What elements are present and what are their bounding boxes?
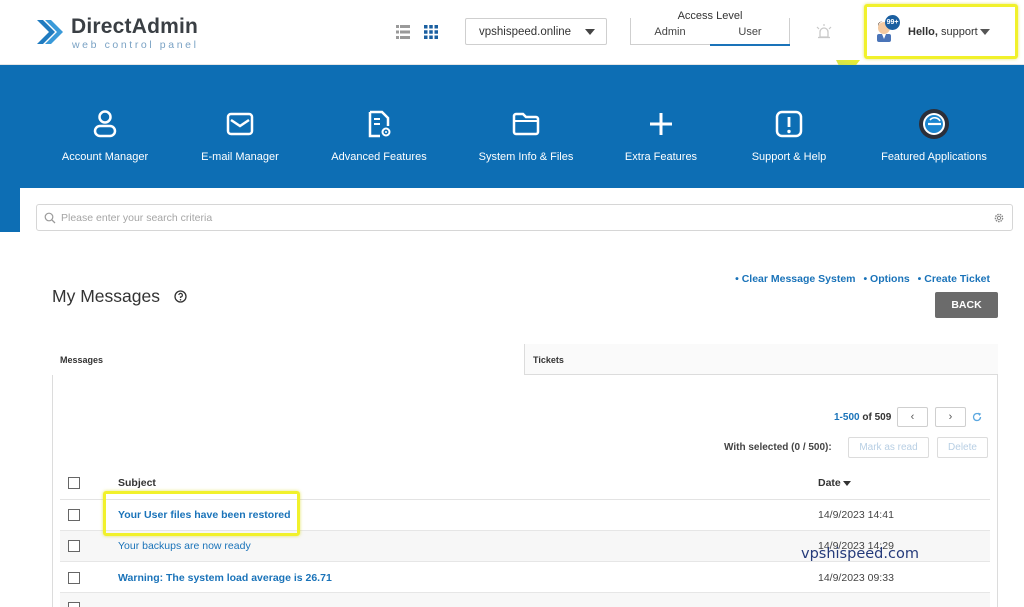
nav-label: Advanced Features <box>331 151 427 163</box>
options-link[interactable]: • Options <box>863 273 909 285</box>
pagination-total: 509 <box>874 412 892 423</box>
exclamation-icon <box>775 110 803 138</box>
nav-label: Extra Features <box>624 151 698 163</box>
nav-label: E-mail Manager <box>201 151 279 163</box>
plus-icon <box>650 113 672 135</box>
user-icon <box>93 110 117 138</box>
refresh-icon[interactable] <box>972 412 982 422</box>
domain-select[interactable]: vpshispeed.online <box>465 18 607 45</box>
nav-email-manager[interactable]: E-mail Manager <box>170 108 310 168</box>
app-icon <box>919 109 949 139</box>
username: support <box>941 26 978 38</box>
table-row[interactable] <box>60 593 990 607</box>
annotation-highlight <box>103 491 300 536</box>
select-all-checkbox[interactable] <box>68 477 80 489</box>
prev-page-button[interactable]: ‹ <box>897 407 928 427</box>
gear-icon[interactable] <box>993 212 1005 224</box>
user-greeting[interactable]: Hello, support <box>908 26 978 38</box>
pagination-info: 1-500 of 509 <box>834 412 891 423</box>
tab-label: Tickets <box>533 355 564 365</box>
nav-advanced-features[interactable]: Advanced Features <box>309 108 449 168</box>
nav-extra-features[interactable]: Extra Features <box>591 108 731 168</box>
page-title: My Messages <box>52 286 160 306</box>
nav-label: System Info & Files <box>478 151 574 163</box>
access-level-user[interactable]: User <box>710 26 790 46</box>
mark-as-read-button[interactable]: Mark as read <box>848 437 929 458</box>
page-actions: • Clear Message System • Options • Creat… <box>730 273 990 285</box>
next-page-button[interactable]: › <box>935 407 966 427</box>
watermark: vpshispeed.com <box>801 546 919 562</box>
pagination-of: of <box>862 412 872 423</box>
user-menu-caret-icon[interactable] <box>980 29 990 35</box>
folder-icon <box>512 112 540 136</box>
row-checkbox[interactable] <box>68 509 80 521</box>
chevron-down-icon <box>585 29 595 35</box>
file-gear-icon <box>368 110 391 138</box>
tab-label: Messages <box>60 355 104 365</box>
logo-subtitle: web control panel <box>72 39 199 51</box>
directadmin-logo[interactable]: DirectAdmin web control panel <box>35 15 199 51</box>
notification-badge: 99+ <box>885 15 900 30</box>
nav-account-manager[interactable]: Account Manager <box>35 108 175 168</box>
row-checkbox[interactable] <box>68 572 80 584</box>
tab-messages[interactable]: Messages <box>52 344 525 375</box>
search-bar <box>36 204 1013 231</box>
envelope-icon <box>226 112 254 136</box>
message-subject[interactable]: Your backups are now ready <box>118 540 251 552</box>
row-checkbox[interactable] <box>68 540 80 552</box>
logo-title: DirectAdmin <box>71 15 199 38</box>
message-date: 14/9/2023 14:41 <box>818 509 894 521</box>
tab-tickets[interactable]: Tickets <box>525 344 998 375</box>
nav-system-info-files[interactable]: System Info & Files <box>456 108 596 168</box>
list-view-icon[interactable] <box>396 25 410 39</box>
nav-label: Account Manager <box>61 151 149 163</box>
column-date[interactable]: Date <box>818 477 851 489</box>
message-subject[interactable]: Warning: The system load average is 26.7… <box>118 572 332 584</box>
nav-support-help[interactable]: Support & Help <box>719 108 859 168</box>
greeting-label: Hello, <box>908 26 938 38</box>
help-icon[interactable] <box>174 290 187 303</box>
row-checkbox[interactable] <box>68 602 80 607</box>
logo-icon <box>37 20 63 44</box>
sort-desc-icon <box>842 480 851 486</box>
back-button[interactable]: BACK <box>935 292 998 318</box>
delete-button[interactable]: Delete <box>937 437 988 458</box>
create-ticket-link[interactable]: • Create Ticket <box>918 273 990 285</box>
with-selected-label: With selected (0 / 500): <box>724 442 832 453</box>
access-level-admin[interactable]: Admin <box>630 26 710 44</box>
alarm-icon[interactable] <box>814 23 834 41</box>
column-date-label: Date <box>818 477 841 489</box>
search-icon <box>44 212 56 224</box>
grid-view-icon[interactable] <box>424 25 438 39</box>
clear-message-system-link[interactable]: • Clear Message System <box>735 273 855 285</box>
nav-featured-applications[interactable]: Featured Applications <box>864 108 1004 168</box>
search-input[interactable] <box>61 205 961 230</box>
pagination-range[interactable]: 1-500 <box>834 412 860 423</box>
nav-label: Featured Applications <box>881 151 987 163</box>
message-date: 14/9/2023 09:33 <box>818 572 894 584</box>
domain-select-value: vpshispeed.online <box>479 26 572 38</box>
nav-label: Support & Help <box>751 151 827 163</box>
column-subject[interactable]: Subject <box>118 477 156 489</box>
